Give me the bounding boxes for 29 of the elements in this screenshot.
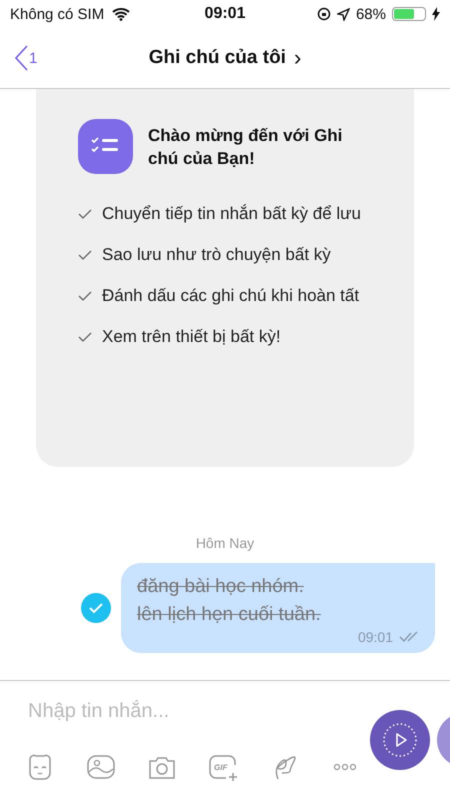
charging-bolt-icon [432, 7, 440, 21]
feature-text: Xem trên thiết bị bất kỳ! [102, 326, 281, 348]
carrier-label: Không có SIM [10, 6, 104, 22]
rotation-lock-icon [316, 7, 331, 21]
feature-text: Sao lưu như trò chuyện bất kỳ [102, 244, 331, 266]
welcome-title: Chào mừng đến với Ghi chú của Bạn! [148, 124, 344, 170]
checkmark-icon [78, 207, 92, 221]
battery-percent: 68% [356, 6, 386, 22]
location-arrow-icon [336, 8, 350, 20]
feature-text: Đánh dấu các ghi chú khi hoàn tất [102, 285, 360, 307]
checklist-icon [78, 119, 133, 174]
back-button[interactable]: 1 [14, 45, 38, 71]
date-separator: Hôm Nay [196, 535, 254, 551]
checkmark-icon [78, 248, 92, 262]
clock-time: 09:01 [204, 5, 246, 23]
battery-icon [392, 7, 426, 21]
message-input[interactable]: Nhập tin nhắn... [26, 699, 360, 724]
selected-check-icon[interactable] [81, 593, 111, 623]
wifi-icon [112, 7, 130, 21]
play-icon [382, 722, 418, 758]
checkmark-icon [78, 289, 92, 303]
checkmark-icon [78, 330, 92, 344]
note-text: đăng bài học nhóm. [137, 575, 305, 599]
chevron-icon[interactable]: › [294, 45, 302, 71]
message-bubble[interactable]: đăng bài học nhóm. lên lịch hẹn cuối tuần. 09:01 [121, 563, 435, 653]
chat-title[interactable]: Ghi chú của tôi [148, 47, 286, 69]
message-time: 09:01 [358, 629, 393, 645]
feature-text: Chuyển tiếp tin nhắn bất kỳ để lưu [102, 203, 361, 225]
note-text: lên lịch hẹn cuối tuần. [137, 603, 322, 627]
